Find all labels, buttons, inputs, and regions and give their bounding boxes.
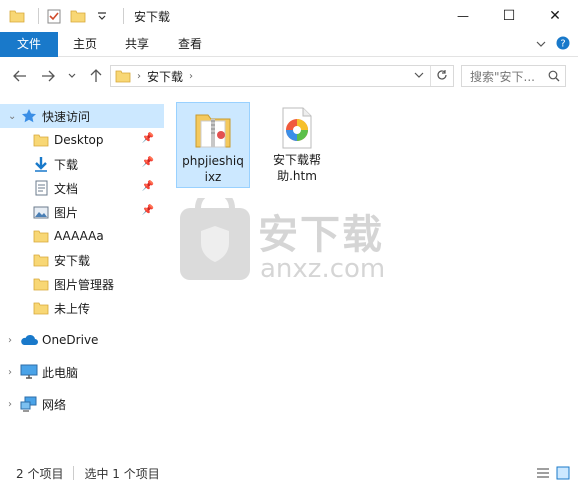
help-icon[interactable]: ? (556, 36, 570, 53)
nav-network[interactable]: › 网络 (0, 392, 164, 416)
folder-icon[interactable] (8, 7, 26, 25)
nav-label: AAAAAa (54, 229, 104, 243)
star-icon (20, 107, 38, 125)
title-bar: 安下载 — ☐ ✕ (0, 0, 578, 32)
nav-label: 安下载 (54, 253, 91, 268)
minimize-button[interactable]: — (440, 0, 486, 32)
refresh-icon[interactable] (436, 69, 448, 84)
ribbon: 文件 主页 共享 查看 ? (0, 32, 578, 57)
chevron-right-icon[interactable]: › (8, 367, 20, 378)
file-name-line: 助.htm (277, 169, 317, 183)
nav-onedrive[interactable]: › OneDrive (0, 328, 164, 352)
folder-icon (32, 251, 50, 269)
folder-icon (32, 131, 50, 149)
large-icons-view-icon[interactable] (556, 466, 570, 483)
folder-icon (32, 299, 50, 317)
status-bar: 2 个项目 选中 1 个项目 (0, 462, 578, 484)
properties-icon[interactable] (45, 7, 63, 25)
nav-item-image-manager[interactable]: 图片管理器 (0, 272, 164, 296)
customize-dropdown-icon[interactable] (93, 7, 111, 25)
nav-item-desktop[interactable]: Desktop 📌 (0, 128, 164, 152)
nav-label: 快速访问 (42, 109, 91, 124)
chevron-right-icon[interactable]: › (8, 399, 20, 410)
nav-item-downloads[interactable]: 下载 📌 (0, 152, 164, 176)
selected-count: 选中 1 个项目 (84, 466, 160, 481)
watermark: 安下载 anxz.com (178, 198, 418, 288)
nav-item-pictures[interactable]: 图片 📌 (0, 200, 164, 224)
back-arrow-icon[interactable] (10, 66, 30, 86)
folder-icon (115, 69, 131, 83)
network-icon (20, 395, 38, 413)
expand-ribbon-icon[interactable] (536, 38, 546, 52)
file-item-htm[interactable]: 安下载帮 助.htm (260, 102, 334, 188)
recent-dropdown-icon[interactable] (62, 66, 82, 86)
chevron-right-icon[interactable]: › (8, 335, 20, 346)
picture-icon (32, 203, 50, 221)
address-bar[interactable]: › 安下载 › (110, 65, 454, 87)
maximize-button[interactable]: ☐ (486, 0, 532, 32)
pin-icon: 📌 (141, 205, 154, 216)
search-input[interactable]: 搜索"安下... (470, 68, 548, 85)
close-button[interactable]: ✕ (532, 0, 578, 32)
details-view-icon[interactable] (536, 466, 550, 483)
breadcrumb[interactable]: 安下载 (147, 68, 183, 85)
nav-item-aaaaaa[interactable]: AAAAAa (0, 224, 164, 248)
tab-home[interactable]: 主页 (58, 32, 112, 57)
new-folder-icon[interactable] (69, 7, 87, 25)
nav-this-pc[interactable]: › 此电脑 (0, 360, 164, 384)
chevron-down-icon[interactable]: ⌄ (8, 111, 20, 122)
tab-view[interactable]: 查看 (164, 32, 216, 57)
separator (38, 8, 39, 24)
folder-icon (32, 227, 50, 245)
pin-icon: 📌 (141, 157, 154, 168)
item-count: 2 个项目 (16, 466, 64, 481)
folder-icon (32, 275, 50, 293)
file-item-zip[interactable]: phpjieshiq ixz (176, 102, 250, 188)
nav-label: 图片 (54, 205, 79, 220)
nav-label: OneDrive (42, 333, 99, 347)
address-dropdown-icon[interactable] (414, 69, 424, 83)
forward-arrow-icon[interactable] (38, 66, 58, 86)
nav-label: 下载 (54, 157, 79, 172)
watermark-domain-text: anxz.com (260, 254, 386, 284)
tab-share[interactable]: 共享 (112, 32, 162, 57)
htm-file-icon (277, 106, 317, 150)
svg-text:?: ? (560, 39, 565, 50)
chevron-right-icon[interactable]: › (137, 71, 141, 82)
nav-label: Desktop (54, 133, 104, 147)
pin-icon: 📌 (141, 133, 154, 144)
nav-label: 图片管理器 (54, 277, 115, 292)
tab-file[interactable]: 文件 (0, 32, 58, 57)
file-name-line: 安下载帮 (272, 153, 321, 167)
up-arrow-icon[interactable] (86, 66, 106, 86)
nav-label: 未上传 (54, 301, 91, 316)
quick-access-toolbar: 安下载 (0, 0, 170, 32)
pin-icon: 📌 (141, 181, 154, 192)
nav-item-documents[interactable]: 文档 📌 (0, 176, 164, 200)
navigation-pane: ⌄ 快速访问 Desktop 📌 下载 📌 文档 📌 图片 📌 AAAAAa 安… (0, 100, 164, 460)
computer-icon (20, 363, 38, 381)
separator (123, 8, 124, 24)
watermark-cn-text: 安下载 (258, 212, 384, 258)
zip-folder-icon (193, 107, 233, 151)
document-icon (32, 179, 50, 197)
download-icon (32, 155, 50, 173)
file-name-line: ixz (204, 170, 222, 184)
window-title: 安下载 (134, 9, 171, 24)
search-box[interactable]: 搜索"安下... (461, 65, 566, 87)
nav-label: 网络 (42, 397, 67, 412)
search-icon[interactable] (548, 70, 560, 82)
nav-label: 文档 (54, 181, 79, 196)
chevron-right-icon[interactable]: › (189, 71, 193, 82)
nav-quick-access[interactable]: ⌄ 快速访问 (0, 104, 164, 128)
nav-item-anxiazai[interactable]: 安下载 (0, 248, 164, 272)
nav-item-not-uploaded[interactable]: 未上传 (0, 296, 164, 320)
nav-label: 此电脑 (42, 365, 79, 380)
file-name-line: phpjieshiq (182, 154, 244, 168)
cloud-icon (20, 331, 38, 349)
